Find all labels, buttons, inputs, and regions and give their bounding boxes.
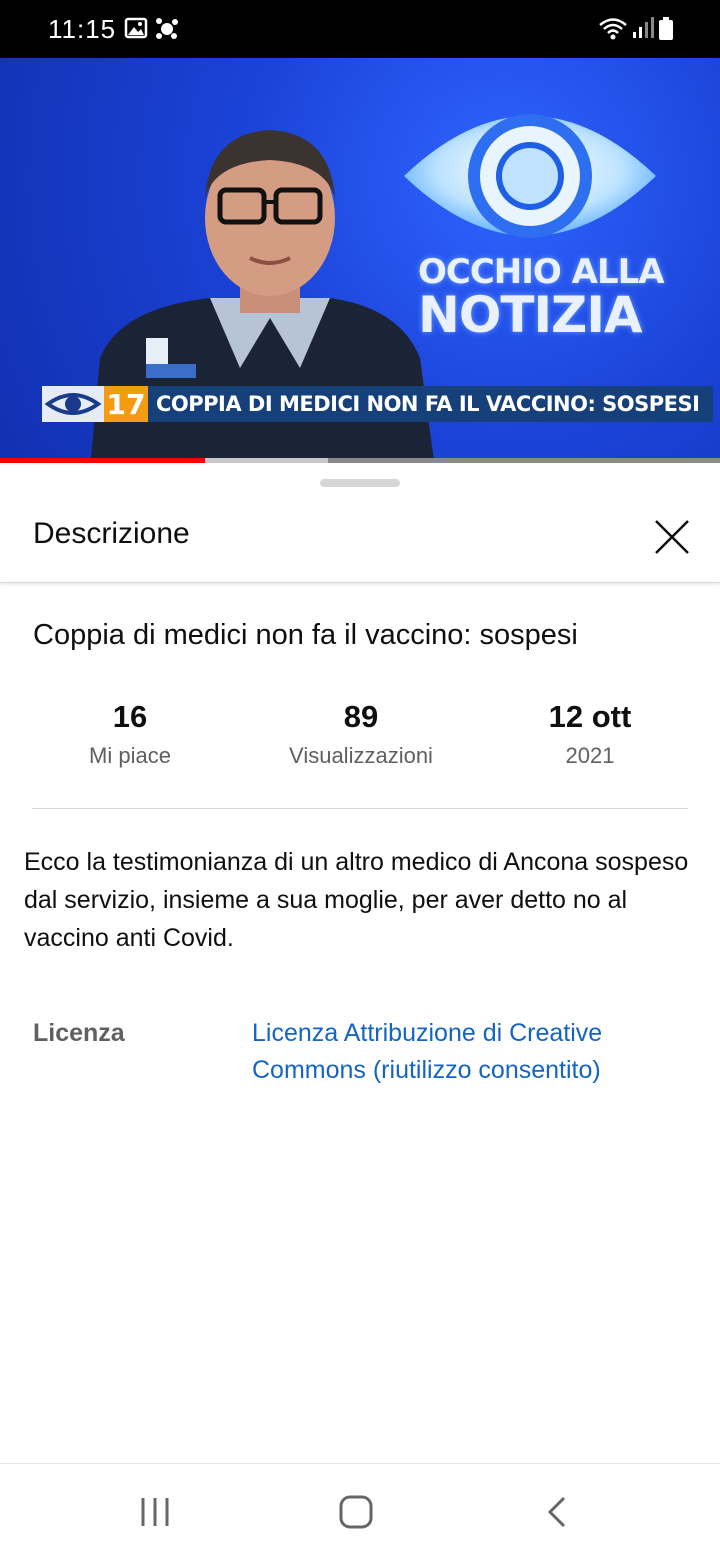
sheet-header: Descrizione — [0, 493, 720, 583]
lower-third-decoration — [146, 338, 168, 364]
show-logo-eye — [404, 114, 656, 238]
back-icon — [547, 1496, 566, 1528]
recents-button[interactable] — [138, 1494, 174, 1535]
sheet-title: Descrizione — [33, 517, 190, 550]
upload-date: 12 ott — [548, 699, 632, 734]
show-title-line1: OCCHIO ALLA — [418, 252, 665, 292]
signal-icon — [633, 17, 654, 38]
license-label: Licenza — [33, 1019, 125, 1047]
close-button[interactable] — [648, 513, 696, 561]
back-button[interactable] — [540, 1494, 576, 1535]
recents-icon — [141, 1498, 169, 1526]
description-text: Ecco la testimonianza di un altro medico… — [24, 848, 689, 952]
likes-label: Mi piace — [89, 743, 171, 768]
home-button[interactable] — [336, 1494, 376, 1535]
battery-icon — [659, 17, 673, 40]
video-title: Coppia di medici non fa il vaccino: sosp… — [33, 619, 578, 651]
app-notification-icon — [156, 18, 178, 39]
video-stats: 16 Mi piace 89 Visualizzazioni 12 ott 20… — [32, 699, 688, 809]
description-sheet: Descrizione Coppia di medici non fa il v… — [0, 463, 720, 1463]
close-icon — [655, 520, 689, 554]
gallery-icon — [124, 17, 148, 39]
drag-handle[interactable] — [320, 479, 400, 487]
home-icon — [339, 1495, 373, 1529]
headline-banner: COPPIA DI MEDICI NON FA IL VACCINO: SOSP… — [148, 386, 714, 422]
show-title-line2: NOTIZIA — [418, 286, 643, 344]
system-nav-bar — [0, 1463, 720, 1560]
status-bar: 11:15 — [0, 0, 720, 58]
show-title: OCCHIO ALLA NOTIZIA — [418, 252, 665, 344]
lower-third-decoration-bar — [146, 364, 196, 378]
likes-count: 16 — [112, 699, 148, 734]
stat-likes: 16 Mi piace — [64, 699, 196, 769]
stat-date: 12 ott 2021 — [530, 699, 650, 769]
license-link[interactable]: Licenza Attribuzione di Creative Commons… — [252, 1015, 672, 1089]
views-label: Visualizzazioni — [289, 743, 433, 768]
views-count: 89 — [343, 699, 379, 734]
video-player[interactable]: OCCHIO ALLA NOTIZIA 17 COPPIA DI MEDICI … — [0, 58, 720, 462]
upload-year: 2021 — [565, 743, 615, 768]
lower-third-banner: 17 COPPIA DI MEDICI NON FA IL VACCINO: S… — [42, 386, 714, 422]
channel-logo-icon — [42, 386, 104, 422]
stat-views: 89 Visualizzazioni — [258, 699, 464, 769]
status-time: 11:15 — [48, 14, 117, 44]
wifi-icon — [599, 18, 627, 40]
channel-number: 17 — [104, 386, 148, 422]
